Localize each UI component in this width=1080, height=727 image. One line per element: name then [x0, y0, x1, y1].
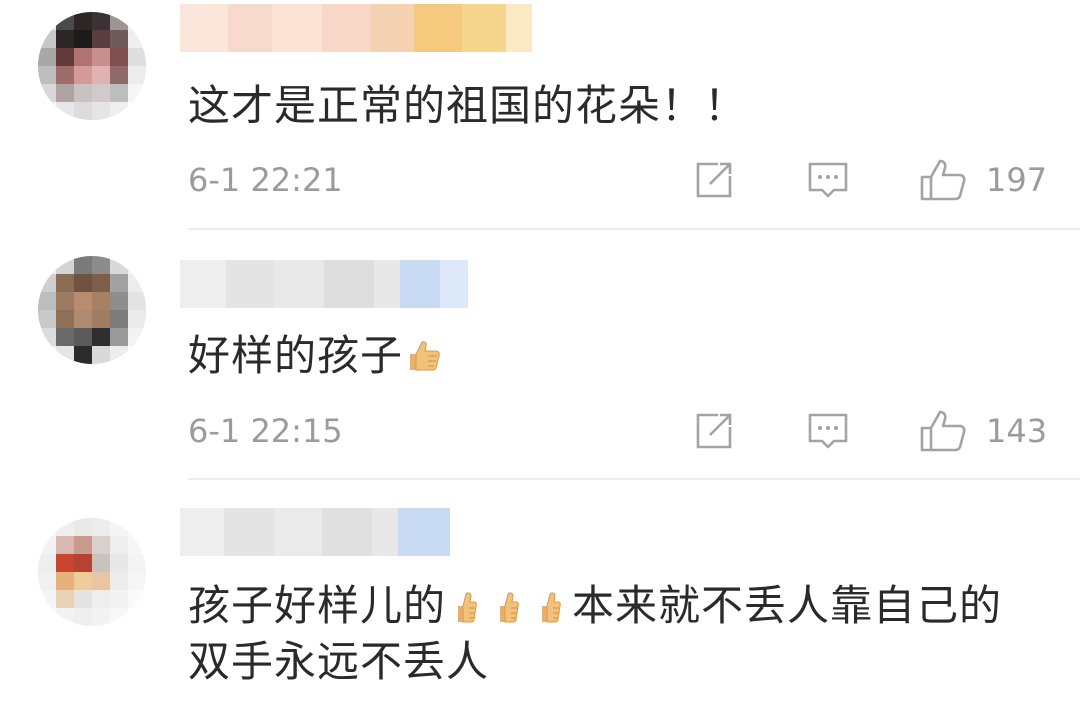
reply-button[interactable] [806, 156, 850, 204]
share-icon [696, 413, 732, 449]
comment-text-body: 本来就不丢人靠自己的 [572, 581, 1003, 630]
thumbs-up-icon [920, 410, 966, 452]
avatar[interactable] [38, 256, 146, 364]
like-count: 197 [986, 161, 1048, 199]
comment-text-body: 好样的孩子 [188, 331, 404, 380]
reply-button[interactable] [806, 407, 850, 455]
thumbs-up-emoji [410, 341, 440, 371]
comment-list: 这才是正常的祖国的花朵！！ 6-1 22:21 197 好样的孩子 6-1 22… [0, 0, 1080, 727]
comment-text-line: 孩子好样儿的 本来就不丢人靠自己的 [188, 578, 1044, 634]
comment-text-line: 双手永远不丢人 [188, 637, 490, 686]
thumbs-up-icon [920, 159, 966, 201]
thumbs-up-emoji [542, 592, 561, 623]
comment-text: 这才是正常的祖国的花朵！！ [188, 81, 748, 130]
comment-icon [808, 413, 848, 449]
share-button[interactable] [692, 156, 736, 204]
comment-icon [808, 162, 848, 198]
timestamp: 6-1 22:21 [188, 161, 343, 199]
comment-text: 孩子好样儿的 本来就不丢人靠自己的 双手永远不丢人 [188, 578, 1044, 690]
comment-meta: 6-1 22:21 197 [188, 156, 1047, 204]
username-blurred[interactable] [180, 260, 468, 308]
thumbs-up-emoji [458, 592, 477, 623]
thumbs-up-emoji [500, 592, 519, 623]
comment-meta: 6-1 22:15 143 [188, 407, 1047, 455]
comment-text-body: 孩子好样儿的 [188, 581, 447, 630]
avatar[interactable] [38, 12, 146, 120]
username-blurred[interactable] [180, 4, 532, 52]
comment-item: 孩子好样儿的 本来就不丢人靠自己的 双手永远不丢人 [0, 480, 1080, 727]
share-button[interactable] [692, 407, 736, 455]
like-button[interactable]: 143 [918, 407, 1047, 455]
timestamp: 6-1 22:15 [188, 412, 343, 450]
comment-item: 好样的孩子 6-1 22:15 143 [0, 230, 1080, 480]
avatar[interactable] [38, 518, 146, 626]
comment-text: 好样的孩子 [188, 328, 1044, 384]
comment-item: 这才是正常的祖国的花朵！！ 6-1 22:21 197 [0, 0, 1080, 230]
avatar-mosaic [38, 12, 146, 120]
like-button[interactable]: 197 [918, 156, 1047, 204]
like-count: 143 [986, 412, 1048, 450]
avatar-mosaic [38, 518, 146, 626]
avatar-mosaic [38, 256, 146, 364]
username-blurred[interactable] [180, 508, 450, 556]
share-icon [696, 162, 732, 198]
